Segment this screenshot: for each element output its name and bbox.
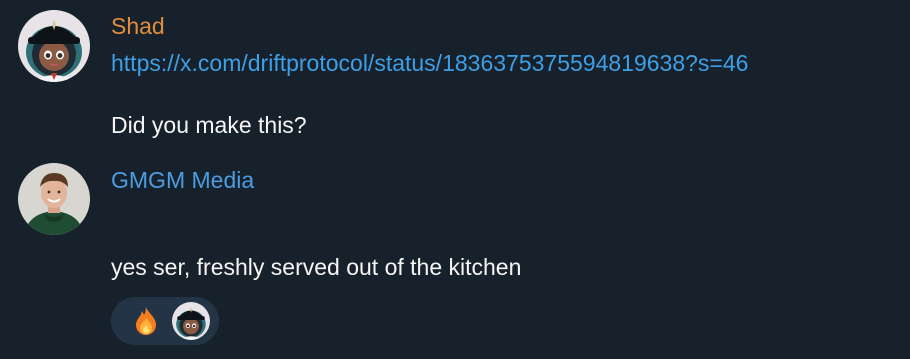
message-text: yes ser, freshly served out of the kitch…: [111, 254, 522, 280]
fire-icon: [136, 307, 156, 335]
cartoon-girl-black-hat-avatar-icon: [18, 10, 90, 82]
chat-history: Shad https://x.com/driftprotocol/status/…: [0, 0, 910, 359]
message-text: Did you make this?: [111, 112, 307, 138]
message-link[interactable]: https://x.com/driftprotocol/status/18363…: [111, 49, 748, 77]
avatar-gmgm-media[interactable]: [18, 163, 90, 235]
avatar-shad[interactable]: [18, 10, 90, 82]
cartoon-girl-black-hat-avatar-icon: [172, 302, 210, 340]
young-man-green-hoodie-avatar-icon: [18, 163, 90, 235]
sender-name[interactable]: Shad: [111, 12, 165, 40]
reaction-chip[interactable]: [111, 297, 219, 345]
reactor-avatar: [172, 302, 210, 340]
sender-name[interactable]: GMGM Media: [111, 166, 254, 194]
